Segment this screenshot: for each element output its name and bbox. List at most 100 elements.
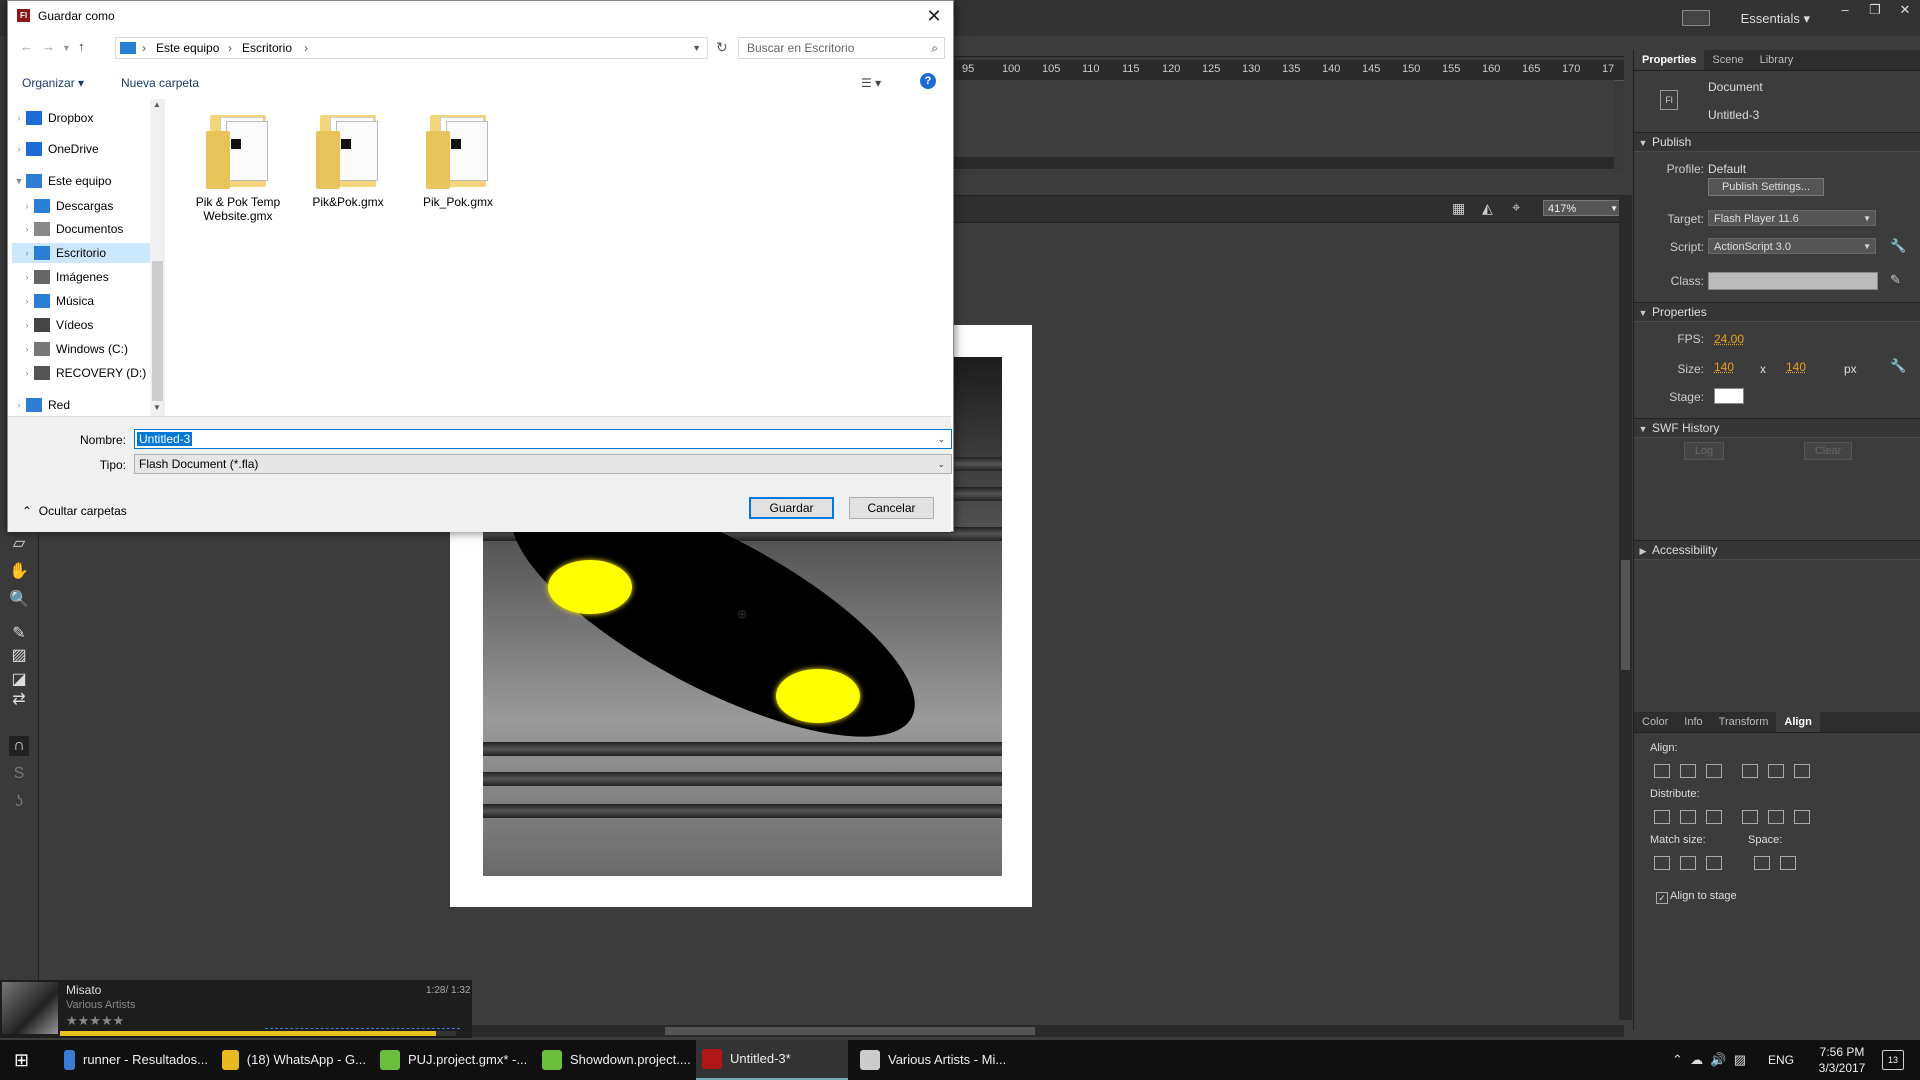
view-options-icon[interactable]: ☰ ▾ xyxy=(861,76,881,90)
align-to-stage-checkbox[interactable]: ✓ xyxy=(1656,892,1668,904)
align-hcenter-icon[interactable] xyxy=(1680,764,1696,778)
edit-symbol-icon[interactable]: ◭ xyxy=(1482,200,1493,217)
pencil-icon[interactable]: ✎ xyxy=(1890,272,1901,288)
chevron-right-icon[interactable]: › xyxy=(20,248,34,258)
smooth-icon[interactable]: S xyxy=(9,764,29,784)
up-arrow-icon[interactable]: ↑ xyxy=(78,39,85,54)
chevron-right-icon[interactable]: › xyxy=(20,296,34,306)
class-input[interactable] xyxy=(1708,272,1878,290)
tab-scene[interactable]: Scene xyxy=(1704,50,1751,70)
stroke-color-icon[interactable]: ✎ xyxy=(9,624,29,644)
file-item[interactable]: Pik&Pok.gmx xyxy=(298,109,398,209)
dialog-close-button[interactable]: ✕ xyxy=(921,4,947,28)
log-button[interactable]: Log xyxy=(1684,442,1724,460)
workspace-layout-icon[interactable] xyxy=(1682,10,1710,26)
file-item[interactable]: Pik_Pok.gmx xyxy=(408,109,508,209)
save-button[interactable]: Guardar xyxy=(749,497,834,519)
wrench-icon[interactable]: 🔧 xyxy=(1890,238,1906,254)
address-bar[interactable]: › Este equipo › Escritorio › ▼ xyxy=(115,37,708,59)
nav-item-recovery-d-[interactable]: › RECOVERY (D:) xyxy=(12,363,150,383)
nav-item-este-equipo[interactable]: ▼ Este equipo xyxy=(12,171,150,191)
fps-value[interactable]: 24.00 xyxy=(1714,332,1744,346)
scrollbar-thumb[interactable] xyxy=(152,261,163,401)
organize-button[interactable]: Organizar ▾ xyxy=(22,76,84,90)
yellow-eye-shape[interactable] xyxy=(548,560,632,614)
nav-item-onedrive[interactable]: › OneDrive xyxy=(12,139,150,159)
scrollbar-thumb[interactable] xyxy=(665,1027,1035,1035)
hide-folders-toggle[interactable]: ⌃ Ocultar carpetas xyxy=(22,504,127,518)
chevron-right-icon[interactable]: › xyxy=(20,368,34,378)
scroll-up-icon[interactable]: ▲ xyxy=(153,100,161,109)
scroll-down-icon[interactable]: ▼ xyxy=(153,403,161,412)
swap-colors-icon[interactable]: ⇄ xyxy=(9,690,29,710)
back-arrow-icon[interactable]: ← xyxy=(20,39,33,54)
taskbar-item[interactable]: (18) WhatsApp - G... xyxy=(216,1040,366,1080)
paint-bucket-icon[interactable]: ◪ xyxy=(9,670,29,690)
distribute-vcenter-icon[interactable] xyxy=(1680,810,1696,824)
track-rating[interactable]: ★★★★★ xyxy=(66,1013,124,1029)
distribute-right-icon[interactable] xyxy=(1794,810,1810,824)
taskbar-item[interactable]: Showdown.project.... xyxy=(536,1040,691,1080)
nav-item-windows-c-[interactable]: › Windows (C:) xyxy=(12,339,150,359)
height-value[interactable]: 140 xyxy=(1786,360,1806,374)
tab-library[interactable]: Library xyxy=(1752,50,1802,70)
tab-align[interactable]: Align xyxy=(1776,712,1820,732)
align-bottom-icon[interactable] xyxy=(1794,764,1810,778)
dialog-titlebar[interactable]: Fl Guardar como ✕ xyxy=(8,1,953,31)
chevron-right-icon[interactable]: › xyxy=(20,224,34,234)
notifications-icon[interactable]: 13 xyxy=(1882,1050,1904,1070)
minimize-icon[interactable]: – xyxy=(1830,0,1860,20)
chevron-right-icon[interactable]: › xyxy=(12,144,26,154)
workspace-switcher[interactable]: Essentials ▾ xyxy=(1741,11,1810,27)
swf-history-section-header[interactable]: ▼ SWF History xyxy=(1634,418,1920,438)
chevron-down-icon[interactable]: ▼ xyxy=(692,38,701,58)
width-value[interactable]: 140 xyxy=(1714,360,1734,374)
match-both-icon[interactable] xyxy=(1706,856,1722,870)
restore-icon[interactable]: ❐ xyxy=(1860,0,1890,20)
distribute-bottom-icon[interactable] xyxy=(1706,810,1722,824)
nav-item-v-deos[interactable]: › Vídeos xyxy=(12,315,150,335)
breadcrumb-escritorio[interactable]: Escritorio xyxy=(242,38,292,58)
clear-button[interactable]: Clear xyxy=(1804,442,1852,460)
fill-color-icon[interactable]: ▨ xyxy=(9,646,29,666)
chevron-down-icon[interactable]: ▼ xyxy=(12,176,26,186)
match-height-icon[interactable] xyxy=(1680,856,1696,870)
properties-section-header[interactable]: ▼ Properties xyxy=(1634,302,1920,322)
align-vcenter-icon[interactable] xyxy=(1768,764,1784,778)
refresh-icon[interactable]: ↻ xyxy=(716,39,728,56)
yellow-eye-shape[interactable] xyxy=(776,669,860,723)
windows-start-icon[interactable]: ⊞ xyxy=(14,1040,44,1080)
edit-scene-icon[interactable]: ▦ xyxy=(1452,200,1465,217)
nav-item-m-sica[interactable]: › Música xyxy=(12,291,150,311)
recent-locations-icon[interactable]: ▼ xyxy=(62,43,71,53)
align-right-icon[interactable] xyxy=(1706,764,1722,778)
space-vertical-icon[interactable] xyxy=(1754,856,1770,870)
accessibility-section-header[interactable]: ▶ Accessibility xyxy=(1634,540,1920,560)
publish-settings-button[interactable]: Publish Settings... xyxy=(1708,178,1824,196)
publish-section-header[interactable]: ▼ Publish xyxy=(1634,132,1920,152)
eraser-tool-icon[interactable]: ▱ xyxy=(9,534,29,554)
zoom-tool-icon[interactable]: 🔍 xyxy=(9,590,29,610)
match-width-icon[interactable] xyxy=(1654,856,1670,870)
language-indicator[interactable]: ENG xyxy=(1768,1040,1794,1080)
snap-magnet-icon[interactable]: ∩ xyxy=(9,736,29,756)
system-tray-icons[interactable]: ⌃ ☁ 🔊 ▨ xyxy=(1672,1040,1746,1080)
taskbar-item[interactable]: PUJ.project.gmx* -... xyxy=(374,1040,529,1080)
chevron-down-icon[interactable]: ⌄ xyxy=(937,430,945,448)
forward-arrow-icon[interactable]: → xyxy=(42,39,55,54)
script-select[interactable]: ActionScript 3.0 ▼ xyxy=(1708,238,1876,254)
tab-color[interactable]: Color xyxy=(1634,712,1676,732)
stage-color-swatch[interactable] xyxy=(1714,388,1744,404)
new-folder-button[interactable]: Nueva carpeta xyxy=(121,76,199,90)
align-left-icon[interactable] xyxy=(1654,764,1670,778)
chevron-right-icon[interactable]: › xyxy=(20,201,34,211)
taskbar-item[interactable]: runner - Resultados... xyxy=(58,1040,208,1080)
target-select[interactable]: Flash Player 11.6 ▼ xyxy=(1708,210,1876,226)
breadcrumb-este-equipo[interactable]: Este equipo xyxy=(156,38,219,58)
tab-properties[interactable]: Properties xyxy=(1634,50,1705,70)
taskbar-item[interactable]: Untitled-3* xyxy=(696,1040,848,1080)
nav-item-escritorio[interactable]: › Escritorio xyxy=(12,243,150,263)
nav-item-descargas[interactable]: › Descargas xyxy=(12,196,150,216)
space-horizontal-icon[interactable] xyxy=(1780,856,1796,870)
chevron-right-icon[interactable]: › xyxy=(12,400,26,410)
